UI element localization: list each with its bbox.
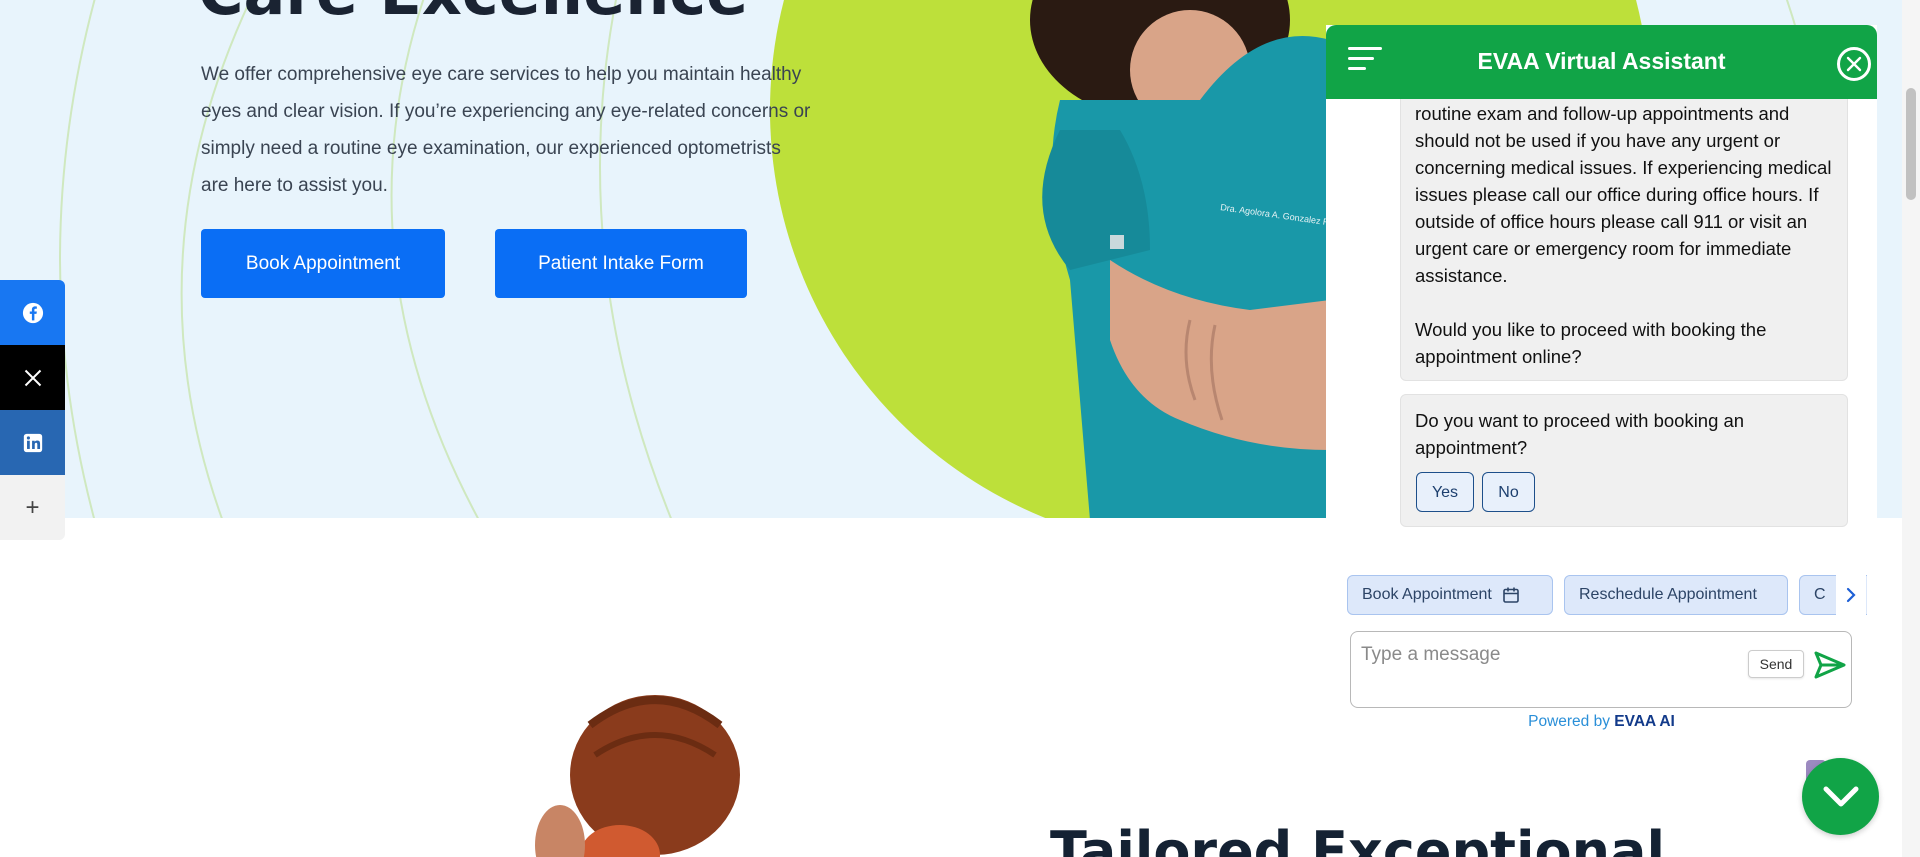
lower-section-heading: Tailored Exceptional [1050,820,1665,857]
chip-book-appointment[interactable]: Book Appointment [1347,575,1553,615]
bot-message-bubble: routine exam and follow-up appointments … [1400,99,1848,381]
powered-by-brand-link[interactable]: EVAA AI [1614,713,1675,730]
chevron-right-icon [1846,587,1856,603]
quick-action-chips: Book Appointment Reschedule Appointment … [1347,575,1867,615]
linkedin-icon [23,433,42,452]
message-input[interactable] [1361,644,1741,666]
calendar-icon [1503,587,1519,603]
page: Dra. Agolora A. Gonzalez Rodriguez Care … [0,0,1920,857]
woman-with-glasses-image [535,695,740,857]
chat-title: EVAA Virtual Assistant [1477,48,1726,74]
book-appointment-button[interactable]: Book Appointment [201,229,445,298]
chip-label: Reschedule Appointment [1579,586,1757,603]
social-share-bar: + [0,280,65,540]
x-share-button[interactable] [0,345,65,410]
chips-scroll-right-button[interactable] [1836,575,1866,615]
bot-confirm-bubble: Do you want to proceed with booking an a… [1400,394,1848,527]
chat-messages[interactable]: routine exam and follow-up appointments … [1326,99,1877,554]
page-scrollbar-thumb[interactable] [1906,88,1916,200]
doctor-image: Dra. Agolora A. Gonzalez Rodriguez [1030,0,1330,518]
linkedin-share-button[interactable] [0,410,65,475]
message-composer: Send [1350,631,1852,708]
send-tooltip: Send [1748,650,1804,678]
chat-toggle-button[interactable] [1802,758,1879,835]
more-share-button[interactable]: + [0,475,65,540]
chip-reschedule-appointment[interactable]: Reschedule Appointment [1564,575,1788,615]
chip-label: Book Appointment [1362,586,1492,603]
close-icon [1846,56,1862,72]
hero-heading: Care Excellence [198,0,748,24]
yes-button[interactable]: Yes [1416,472,1474,512]
chat-header: EVAA Virtual Assistant [1326,25,1877,99]
chip-label: C [1814,586,1826,603]
powered-by-text: Powered by [1528,713,1610,730]
facebook-icon [22,302,43,323]
no-button[interactable]: No [1482,472,1535,512]
powered-by-footer: Powered by EVAA AI [1326,713,1877,731]
confirm-question-text: Do you want to proceed with booking an a… [1415,410,1745,458]
x-icon [24,369,41,386]
chat-widget: EVAA Virtual Assistant routine exam and … [1326,25,1877,740]
bot-message-text: routine exam and follow-up appointments … [1415,103,1832,286]
chat-close-button[interactable] [1837,47,1871,81]
patient-intake-form-button[interactable]: Patient Intake Form [495,229,747,298]
hero-description: We offer comprehensive eye care services… [201,64,811,196]
send-icon[interactable] [1813,650,1847,680]
chevron-down-icon [1823,786,1858,806]
bot-message-question: Would you like to proceed with booking t… [1415,319,1767,367]
facebook-share-button[interactable] [0,280,65,345]
plus-icon: + [25,493,40,521]
